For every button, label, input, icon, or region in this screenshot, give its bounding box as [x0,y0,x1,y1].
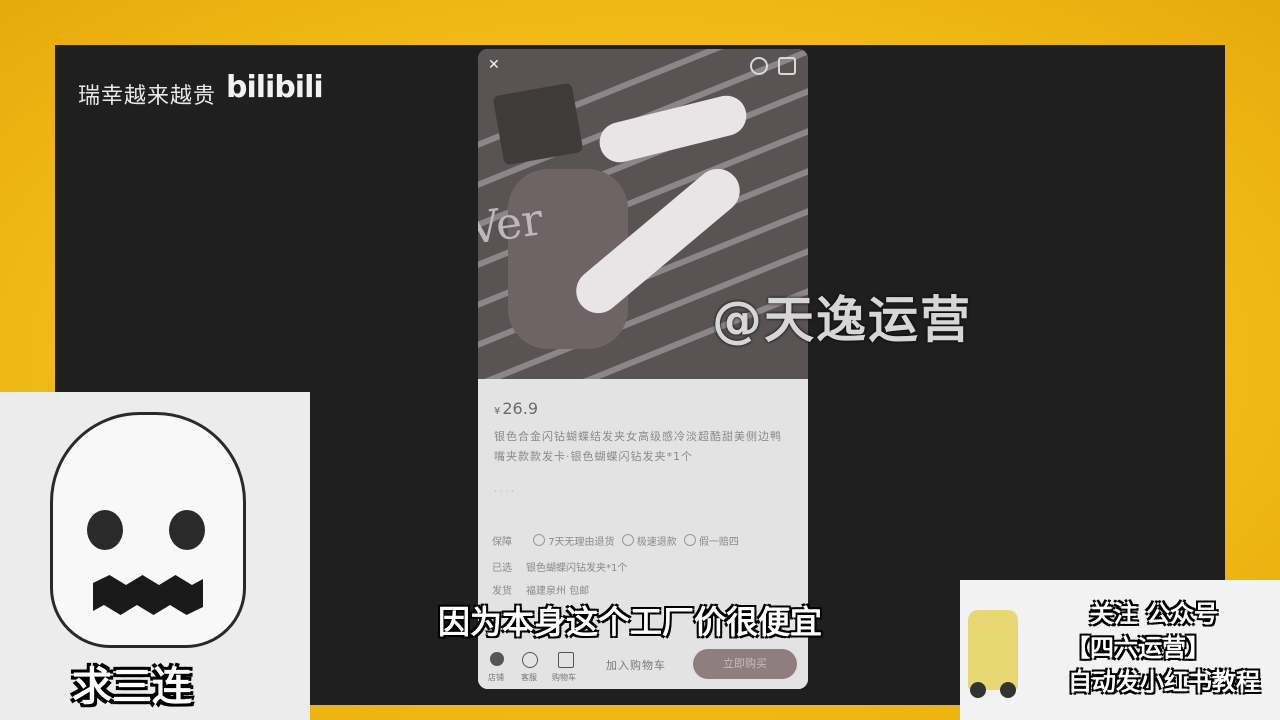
cart-icon[interactable] [558,652,574,668]
promo-line-2: 【四六运营】 [1066,634,1210,662]
product-description: 银色合金闪钻蝴蝶结发夹女高级感冷淡超酷甜美侧边鸭嘴夹款款发卡·银色蝴蝶闪钻发夹*… [494,430,782,463]
service-label[interactable]: 客服 [521,672,537,683]
watermark: @天逸运营 [712,291,972,349]
check-icon [533,534,546,546]
add-to-cart-button[interactable]: 加入购物车 [606,657,666,673]
bilibili-logo: bilibili [226,70,324,105]
promo-line-1: 关注 公众号 [1089,600,1218,628]
shipping-row: 发货 福建泉州 包邮 [492,586,590,597]
product-price: ¥26.9 [494,399,538,418]
product-extra-info: · · · · [494,487,515,497]
phone-screen: Ver ✕ ¥26.9 银色合金闪钻蝴蝶结发夹女高级感冷淡超酷甜美侧边鸭嘴夹款款… [478,49,808,689]
close-icon[interactable]: ✕ [488,57,500,73]
shop-icon[interactable] [490,652,504,666]
left-caption: 求三连 [72,664,192,710]
promo-overlay: 关注 公众号 【四六运营】 自动发小红书教程 [960,580,1280,720]
subtitle: 因为本身这个工厂价很便宜 [438,603,823,641]
selected-row[interactable]: 已选 银色蝴蝶闪钻发夹*1个 [492,559,627,574]
service-icon[interactable] [522,652,538,668]
channel-title: 瑞幸越来越贵 [78,84,217,109]
cart-label[interactable]: 购物车 [552,672,576,683]
guarantee-row[interactable]: 保障 7天无理由退货 极速退款 假一赔四 [492,533,739,548]
share-icon[interactable] [778,57,796,75]
search-icon[interactable] [750,57,768,75]
check-icon [683,534,696,546]
check-icon [621,534,634,546]
product-image-text: Ver [478,194,546,255]
mascot-overlay: 求三连 [0,392,310,720]
mascot-face-icon [50,412,246,648]
buy-now-button[interactable]: 立即购买 [693,649,797,679]
car-icon [968,610,1018,698]
shop-label[interactable]: 店铺 [488,672,504,683]
bottom-action-bar: 店铺 客服 购物车 加入购物车 立即购买 [478,644,808,689]
promo-line-3: 自动发小红书教程 [1068,668,1260,696]
